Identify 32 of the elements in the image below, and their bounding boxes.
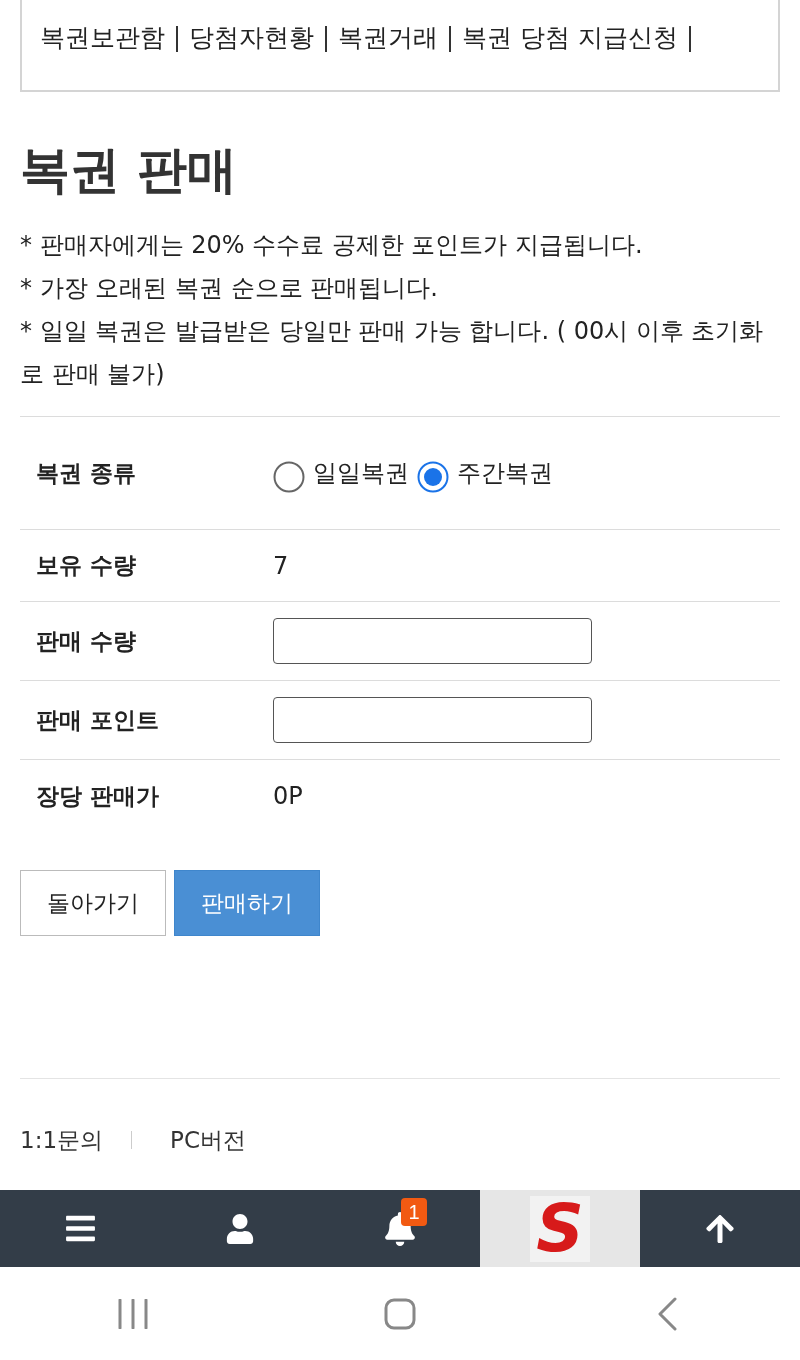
option-label[interactable]: 주간복권 xyxy=(457,457,553,489)
field-label: 판매 포인트 xyxy=(36,705,160,735)
back-icon[interactable] xyxy=(656,1297,677,1331)
menu-link[interactable]: 당첨자현황 xyxy=(189,21,314,55)
radio-button[interactable] xyxy=(273,461,305,493)
notice-text: * 가장 오래된 복권 순으로 판매됩니다. xyxy=(20,273,439,304)
field-label: 복권 종류 xyxy=(36,458,137,488)
field-label: 보유 수량 xyxy=(36,551,137,580)
notice-text: * 판매자에게는 20% 수수료 공제한 포인트가 지급됩니다. xyxy=(20,230,644,261)
footer-link[interactable]: PC버전 xyxy=(170,1120,246,1160)
logo: S xyxy=(530,1195,590,1262)
user-icon xyxy=(225,1213,255,1244)
back-button[interactable]: 돌아가기 xyxy=(20,870,166,936)
radio-button[interactable] xyxy=(417,461,449,493)
recent-apps-icon[interactable] xyxy=(117,1299,150,1329)
notice-text: * 일일 복권은 발급받은 당일만 판매 가능 합니다. ( 00시 이후 초기화로 판매 불가) xyxy=(20,316,765,390)
input-field[interactable] xyxy=(273,618,592,664)
home-icon[interactable] xyxy=(384,1298,416,1330)
notification-badge: 1 xyxy=(401,1197,427,1226)
input-field[interactable] xyxy=(273,697,592,743)
field-label: 장당 판매가 xyxy=(36,781,160,811)
arrow-up-icon xyxy=(704,1212,736,1245)
menu-link[interactable]: 복권거래 xyxy=(338,21,438,55)
field-value: 7 xyxy=(273,551,289,580)
page-title: 복권 판매 xyxy=(20,140,239,200)
menu-link[interactable]: 복권 당첨 지급신청 xyxy=(462,21,678,55)
menu-link[interactable]: 복권보관함 xyxy=(40,21,165,55)
option-label[interactable]: 일일복권 xyxy=(313,457,409,489)
field-label: 판매 수량 xyxy=(36,626,137,656)
footer-link[interactable]: 1:1문의 xyxy=(20,1120,103,1160)
field-value: 0P xyxy=(273,782,303,810)
logo-button[interactable]: S xyxy=(480,1190,640,1267)
